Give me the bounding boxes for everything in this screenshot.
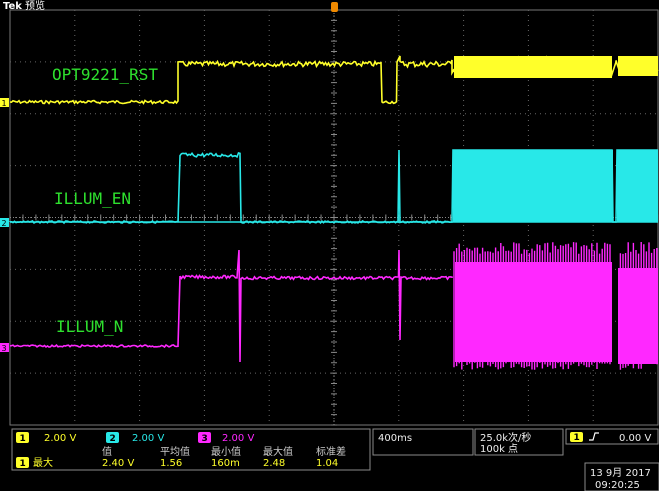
ch1-burst-region-2: [618, 56, 658, 76]
measurement-stddev: 1.04: [316, 458, 338, 469]
ch2-burst-region: [453, 150, 613, 222]
ch2-ground-marker[interactable]: 2: [0, 218, 9, 228]
ch2-scale[interactable]: 2 2.00 V: [106, 432, 164, 444]
measurement-header-stddev: 标准差: [316, 445, 346, 458]
measurement-type: 最大: [33, 456, 53, 469]
measurement-min: 160m: [211, 458, 240, 469]
ch1-burst-region: [454, 56, 612, 78]
svg-text:2: 2: [2, 219, 7, 228]
ch3-burst-region: [455, 262, 612, 362]
sample-rate: 25.0k次/秒: [480, 431, 531, 444]
measurement-mean: 1.56: [160, 458, 182, 469]
svg-text:1: 1: [574, 433, 580, 443]
trace-label-ch2: ILLUM_EN: [54, 189, 131, 208]
svg-text:2: 2: [110, 434, 116, 444]
svg-text:2.00 V: 2.00 V: [132, 433, 164, 444]
oscilloscope-screen: Tek 预览 OPT9221_RST ILLUM_EN ILLUM_N 1 2 …: [0, 0, 659, 491]
record-length: 100k 点: [480, 443, 518, 455]
svg-text:2.00 V: 2.00 V: [222, 433, 254, 444]
date-readout: 13 9月 2017: [590, 467, 651, 479]
measurement-header-min: 最小值: [211, 445, 241, 458]
svg-text:3: 3: [2, 344, 7, 353]
svg-text:2.00 V: 2.00 V: [44, 433, 76, 444]
svg-text:1: 1: [20, 459, 26, 469]
trigger-level: 0.00 V: [619, 433, 651, 444]
acquisition-mode: 预览: [25, 0, 45, 12]
ch1-scale[interactable]: 1 2.00 V: [16, 432, 76, 444]
ch3-burst-region-2: [618, 268, 658, 364]
ch1-ground-marker[interactable]: 1: [0, 98, 9, 108]
ch3-ground-marker[interactable]: 3: [0, 343, 9, 353]
brand-logo: Tek: [3, 1, 22, 12]
trace-label-ch3: ILLUM_N: [56, 317, 123, 336]
ch2-burst-region-2: [617, 150, 658, 222]
svg-text:1: 1: [2, 99, 7, 108]
trigger-position-marker[interactable]: [331, 2, 338, 12]
timebase-value: 400ms: [378, 433, 412, 444]
ch3-scale[interactable]: 3 2.00 V: [198, 432, 254, 444]
measurement-header-mean: 平均值: [160, 445, 190, 458]
measurement-header-max: 最大值: [263, 445, 293, 458]
measurement-value: 2.40 V: [102, 458, 134, 469]
measurement-max: 2.48: [263, 458, 285, 469]
svg-text:3: 3: [202, 434, 208, 444]
time-readout: 09:20:25: [595, 480, 640, 491]
measurement-header-value: 值: [102, 445, 112, 458]
svg-text:1: 1: [20, 434, 26, 444]
trace-label-ch1: OPT9221_RST: [52, 65, 158, 84]
